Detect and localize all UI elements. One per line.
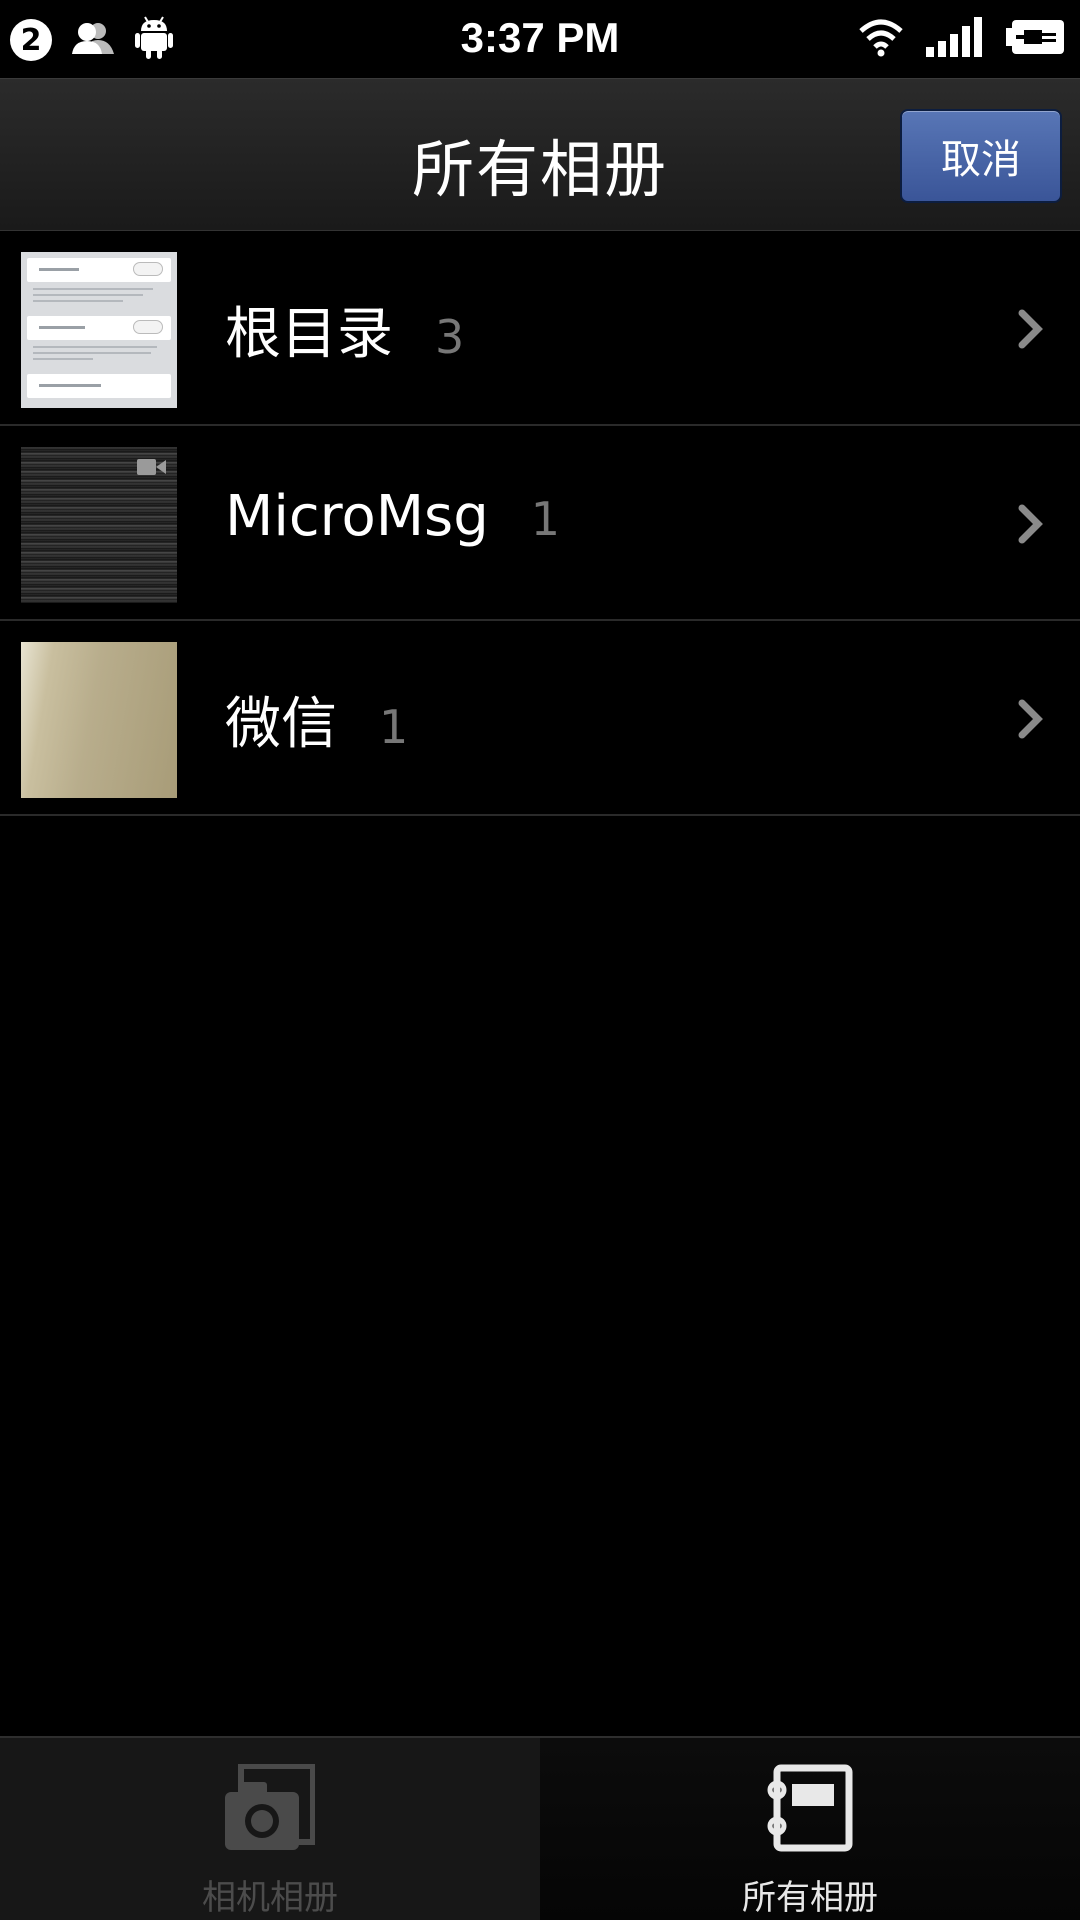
album-name: 根目录 (225, 302, 393, 367)
battery-charging-icon (1006, 17, 1066, 61)
chevron-right-icon (1012, 305, 1048, 353)
video-camera-icon (137, 457, 167, 481)
wifi-icon (858, 17, 904, 61)
album-title: 微信 1 (225, 679, 408, 760)
album-count: 1 (530, 492, 561, 546)
chevron-right-icon (1012, 695, 1048, 743)
album-thumbnail (21, 252, 177, 408)
album-count: 3 (435, 310, 465, 364)
cancel-button[interactable]: 取消 (900, 109, 1062, 203)
album-list: 根目录 3 MicroMsg 1 微信 1 (0, 231, 1080, 816)
album-title: 根目录 3 (225, 289, 464, 370)
tab-camera-album[interactable]: 相机相册 (0, 1738, 540, 1920)
album-row-wechat[interactable]: 微信 1 (0, 621, 1080, 816)
album-row-root[interactable]: 根目录 3 (0, 231, 1080, 426)
tab-label: 所有相册 (742, 1878, 878, 1918)
album-book-icon (765, 1764, 855, 1854)
album-thumbnail (21, 642, 177, 798)
tab-all-albums[interactable]: 所有相册 (540, 1738, 1080, 1920)
status-right (858, 16, 1066, 62)
album-name: MicroMsg (225, 484, 489, 549)
navigation-bar: 所有相册 取消 (0, 78, 1080, 231)
camera-icon (225, 1763, 316, 1854)
album-name: 微信 (225, 692, 337, 757)
signal-icon (926, 17, 984, 61)
album-thumbnail (21, 447, 177, 603)
tab-label: 相机相册 (202, 1878, 338, 1918)
status-bar: 2 3:37 PM (0, 0, 1080, 78)
tab-bar: 相机相册 所有相册 (0, 1736, 1080, 1920)
album-count: 1 (379, 700, 409, 754)
chevron-right-icon (1012, 500, 1048, 548)
album-row-micromsg[interactable]: MicroMsg 1 (0, 426, 1080, 621)
album-title: MicroMsg 1 (225, 484, 560, 549)
